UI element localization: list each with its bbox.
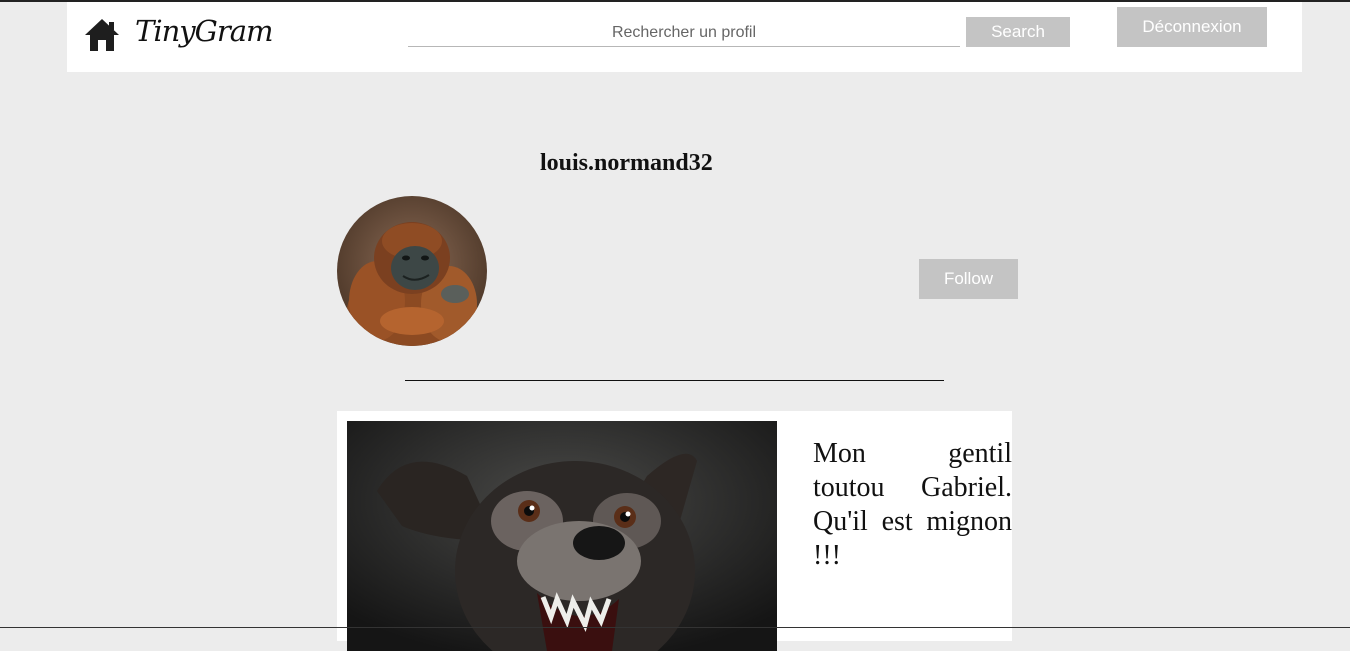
logout-button[interactable]: Déconnexion (1117, 7, 1267, 47)
home-icon[interactable] (84, 18, 120, 52)
brand-logo[interactable]: TinyGram (135, 14, 273, 48)
post-card: Mon gentil toutou Gabriel. Qu'il est mig… (337, 411, 1012, 651)
profile-username: louis.normand32 (540, 150, 713, 176)
follow-button[interactable]: Follow (919, 259, 1018, 299)
avatar (337, 196, 487, 346)
top-navbar: TinyGram Search Déconnexion (67, 2, 1302, 72)
search-input[interactable] (408, 20, 960, 47)
divider (405, 380, 944, 381)
search-button[interactable]: Search (966, 17, 1070, 47)
post-caption: Mon gentil toutou Gabriel. Qu'il est mig… (813, 438, 1012, 571)
post-image[interactable] (347, 421, 777, 651)
